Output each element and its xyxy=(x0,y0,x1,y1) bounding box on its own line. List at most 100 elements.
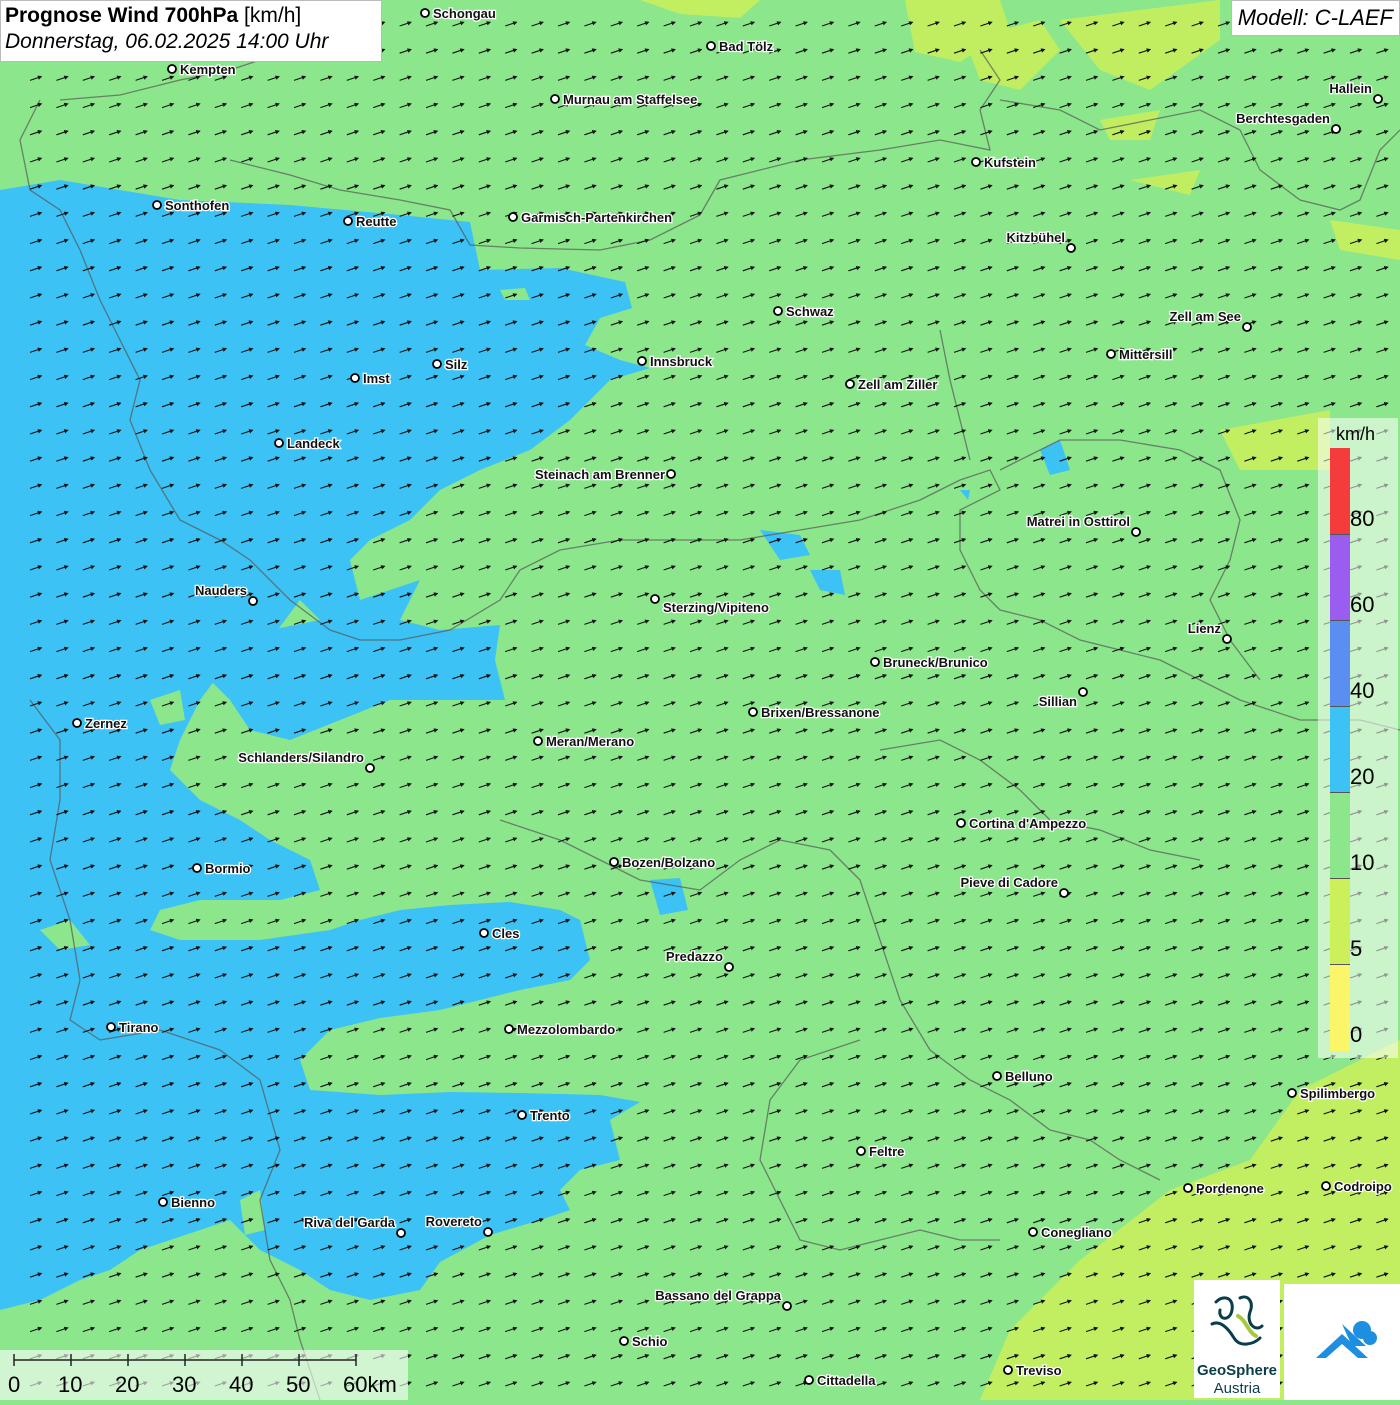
city-marker-icon xyxy=(508,212,518,222)
city-label: Spilimbergo xyxy=(1300,1086,1375,1101)
city-label: Landeck xyxy=(287,436,341,451)
city-marker-icon xyxy=(350,373,360,383)
city-marker-icon xyxy=(724,962,734,972)
legend-color-swatch xyxy=(1330,448,1350,534)
city-label: Reutte xyxy=(356,214,396,229)
city-label: Sonthofen xyxy=(165,198,229,213)
city-marker-icon xyxy=(992,1071,1002,1081)
title-box: Prognose Wind 700hPa [km/h] Donnerstag, … xyxy=(0,0,382,62)
city-mezzolombardo[interactable]: Mezzolombardo xyxy=(504,1021,617,1038)
city-marker-icon xyxy=(956,818,966,828)
legend-color-swatch xyxy=(1330,792,1350,879)
city-marker-icon xyxy=(666,469,676,479)
legend-label: 80 xyxy=(1350,506,1375,531)
city-label: Feltre xyxy=(869,1144,904,1159)
city-label: Kitzbühel xyxy=(1007,230,1066,245)
map-title: Prognose Wind 700hPa [km/h] xyxy=(5,4,377,28)
city-label: Kufstein xyxy=(984,155,1036,170)
city-label: Zell am See xyxy=(1169,309,1241,324)
title-main: Prognose Wind 700hPa xyxy=(5,4,239,27)
cloud-arrow-icon xyxy=(1316,1321,1377,1358)
city-label: Bad Tölz xyxy=(719,39,774,54)
city-label: Bruneck/Brunico xyxy=(883,655,988,670)
city-marker-icon xyxy=(479,928,489,938)
city-label: Berchtesgaden xyxy=(1236,111,1330,126)
city-marker-icon xyxy=(517,1110,527,1120)
city-marker-icon xyxy=(396,1228,406,1238)
city-cortina[interactable]: Cortina d'Ampezzo xyxy=(956,815,1088,832)
city-marker-icon xyxy=(706,41,716,51)
city-label: Mezzolombardo xyxy=(517,1022,615,1037)
city-marker-icon xyxy=(550,94,560,104)
city-label: Cles xyxy=(492,926,519,941)
city-label: Bassano del Grappa xyxy=(655,1288,781,1303)
city-conegliano[interactable]: Conegliano xyxy=(1028,1224,1113,1241)
city-bozen[interactable]: Bozen/Bolzano xyxy=(609,854,716,871)
scale-label: 0 xyxy=(8,1372,21,1397)
city-label: Schio xyxy=(632,1334,667,1349)
city-label: Zernez xyxy=(85,716,127,731)
city-label: Bienno xyxy=(171,1195,215,1210)
city-brixen[interactable]: Brixen/Bressanone xyxy=(748,704,881,721)
city-label: Innsbruck xyxy=(650,354,713,369)
app-logo[interactable] xyxy=(1284,1284,1400,1400)
model-label: Modell: C-LAEF xyxy=(1230,0,1400,36)
city-pordenone[interactable]: Pordenone xyxy=(1183,1180,1265,1197)
city-murnau[interactable]: Murnau am Staffelsee xyxy=(550,91,699,108)
legend-label: 0 xyxy=(1350,1022,1363,1047)
city-marker-icon xyxy=(619,1336,629,1346)
city-spilimbergo[interactable]: Spilimbergo xyxy=(1287,1085,1376,1102)
city-label: Murnau am Staffelsee xyxy=(563,92,697,107)
city-marker-icon xyxy=(650,594,660,604)
city-schongau[interactable]: Schongau xyxy=(420,5,497,22)
city-marker-icon xyxy=(1321,1181,1331,1191)
city-sonthofen[interactable]: Sonthofen xyxy=(152,197,231,214)
city-label: Schlanders/Silandro xyxy=(238,750,364,765)
scale-label: 20 xyxy=(115,1372,140,1397)
scale-label: 10 xyxy=(58,1372,83,1397)
city-marker-icon xyxy=(1066,243,1076,253)
city-label: Schwaz xyxy=(786,304,834,319)
city-label: Rovereto xyxy=(426,1214,482,1229)
geosphere-icon xyxy=(1210,1295,1264,1346)
city-meran[interactable]: Meran/Merano xyxy=(533,733,635,750)
city-label: Belluno xyxy=(1005,1069,1053,1084)
city-label: Cittadella xyxy=(817,1373,876,1388)
city-label: Predazzo xyxy=(666,949,723,964)
city-innsbruck[interactable]: Innsbruck xyxy=(637,353,714,370)
legend-label: 10 xyxy=(1350,850,1375,875)
city-label: Mittersill xyxy=(1119,347,1172,362)
city-zell-am-ziller[interactable]: Zell am Ziller xyxy=(845,376,939,393)
city-steinach[interactable]: Steinach am Brenner xyxy=(534,466,676,483)
geosphere-name: GeoSphere xyxy=(1196,1362,1278,1379)
city-label: Imst xyxy=(363,371,390,386)
city-marker-icon xyxy=(1287,1088,1297,1098)
city-marker-icon xyxy=(748,707,758,717)
city-marker-icon xyxy=(1078,687,1088,697)
city-marker-icon xyxy=(420,8,430,18)
city-marker-icon xyxy=(845,379,855,389)
wind-map[interactable]: Schongau Bad Tölz Kempten Murnau am Staffel… xyxy=(0,0,1400,1400)
city-marker-icon xyxy=(1131,527,1141,537)
city-marker-icon xyxy=(152,200,162,210)
forecast-datetime: Donnerstag, 06.02.2025 14:00 Uhr xyxy=(5,30,329,53)
legend-label: 5 xyxy=(1350,936,1363,961)
city-marker-icon xyxy=(773,306,783,316)
city-label: Kempten xyxy=(180,62,236,77)
city-label: Tirano xyxy=(119,1020,159,1035)
city-label: Codroipo xyxy=(1334,1179,1392,1194)
geosphere-country: Austria xyxy=(1213,1380,1261,1397)
city-marker-icon xyxy=(971,157,981,167)
city-label: Bormio xyxy=(205,861,251,876)
city-label: Silz xyxy=(445,357,468,372)
city-marker-icon xyxy=(1028,1227,1038,1237)
city-marker-icon xyxy=(637,356,647,366)
city-label: Schongau xyxy=(433,6,496,21)
city-label: Treviso xyxy=(1016,1363,1062,1378)
city-label: Bozen/Bolzano xyxy=(622,855,715,870)
city-marker-icon xyxy=(72,718,82,728)
city-label: Pieve di Cadore xyxy=(960,875,1058,890)
geosphere-logo[interactable]: GeoSphere Austria xyxy=(1194,1280,1280,1398)
city-bruneck[interactable]: Bruneck/Brunico xyxy=(870,654,989,671)
city-garmisch[interactable]: Garmisch-Partenkirchen xyxy=(508,209,673,226)
